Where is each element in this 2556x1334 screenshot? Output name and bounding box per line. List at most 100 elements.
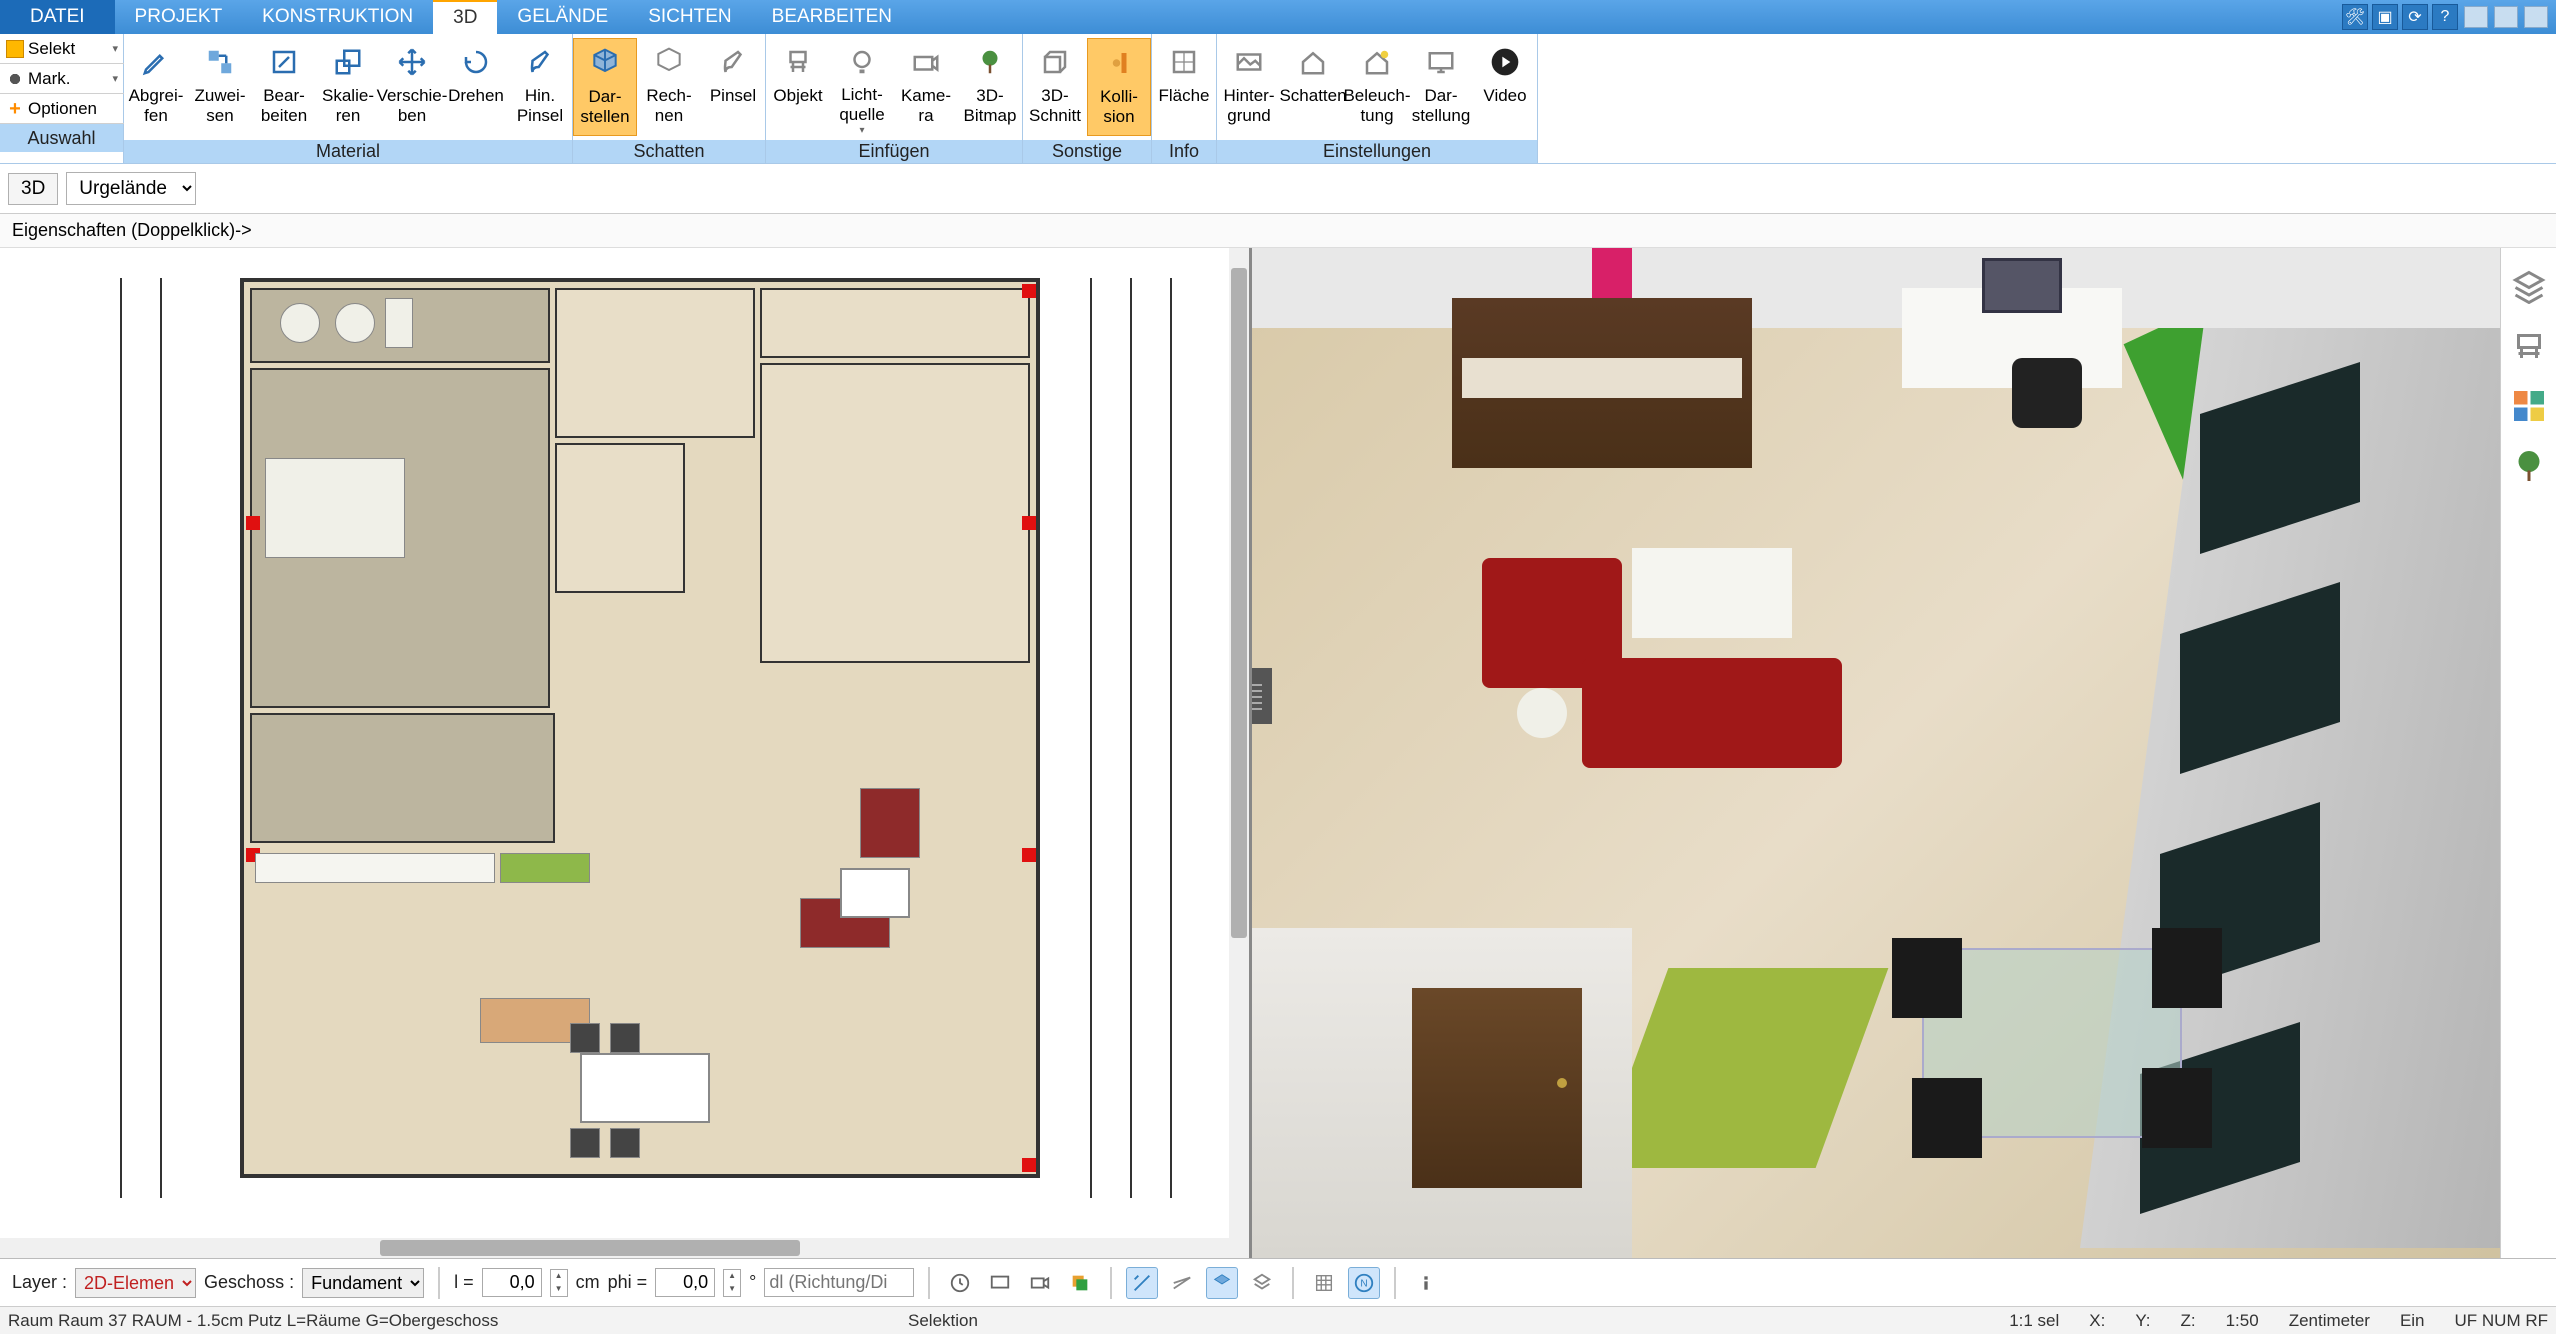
close-button[interactable]	[2524, 6, 2548, 28]
material-move-button[interactable]: Verschie- ben	[380, 38, 444, 136]
lighting-button[interactable]: Beleuch- tung	[1345, 38, 1409, 136]
fp-armchair[interactable]	[860, 788, 920, 858]
3d-section-button[interactable]: 3D- Schnitt	[1023, 38, 1087, 136]
grid-icon[interactable]	[1308, 1267, 1340, 1299]
menu-gelaende[interactable]: GELÄNDE	[497, 0, 628, 34]
length-spinner[interactable]: ▲▼	[550, 1269, 568, 1297]
insert-light-button[interactable]: Licht- quelle▾	[830, 38, 894, 136]
help-icon[interactable]: ?	[2432, 4, 2458, 30]
view-splitter-handle[interactable]	[1252, 668, 1272, 724]
north-icon[interactable]: N	[1348, 1267, 1380, 1299]
marker[interactable]	[1022, 516, 1036, 530]
color-palette-icon[interactable]	[2511, 388, 2547, 424]
menu-bearbeiten[interactable]: BEARBEITEN	[752, 0, 912, 34]
length-input[interactable]	[482, 1268, 542, 1297]
insert-3dbitmap-button[interactable]: 3D- Bitmap	[958, 38, 1022, 136]
snap-2-icon[interactable]	[1166, 1267, 1198, 1299]
info-icon[interactable]	[1410, 1267, 1442, 1299]
marker[interactable]	[246, 516, 260, 530]
v-scrollbar[interactable]	[1229, 248, 1249, 1238]
material-pick-button[interactable]: Abgrei- fen	[124, 38, 188, 136]
snap-4-icon[interactable]	[1246, 1267, 1278, 1299]
v-scrollbar-thumb[interactable]	[1231, 268, 1247, 938]
fp-chair[interactable]	[570, 1023, 600, 1053]
phi-input[interactable]	[655, 1268, 715, 1297]
material-assign-button[interactable]: Zuwei- sen	[188, 38, 252, 136]
h-scrollbar-thumb[interactable]	[380, 1240, 800, 1256]
menu-konstruktion[interactable]: KONSTRUKTION	[242, 0, 433, 34]
refresh-icon[interactable]: ⟳	[2402, 4, 2428, 30]
fp-chair[interactable]	[570, 1128, 600, 1158]
vegetation-icon[interactable]	[2511, 448, 2547, 484]
snap-3-icon[interactable]	[1206, 1267, 1238, 1299]
maximize-button[interactable]	[2494, 6, 2518, 28]
marker[interactable]	[1022, 284, 1036, 298]
terrain-select[interactable]: Urgelände	[66, 172, 196, 205]
screen-icon[interactable]	[984, 1267, 1016, 1299]
window-icon[interactable]: ▣	[2372, 4, 2398, 30]
fp-room[interactable]	[250, 713, 555, 843]
shadow-settings-button[interactable]: Schatten	[1281, 38, 1345, 136]
options-button[interactable]: + Optionen	[0, 94, 124, 124]
view-2d[interactable]	[0, 248, 1252, 1258]
layers-icon[interactable]	[2511, 268, 2547, 304]
direction-input[interactable]	[764, 1268, 914, 1297]
length-label: l =	[454, 1272, 474, 1293]
insert-camera-button[interactable]: Kame- ra	[894, 38, 958, 136]
properties-hint[interactable]: Eigenschaften (Doppelklick)->	[0, 214, 2556, 248]
fp-toilet[interactable]	[385, 298, 413, 348]
marker[interactable]	[1022, 848, 1036, 862]
fp-dining-table[interactable]	[580, 1053, 710, 1123]
geschoss-select[interactable]: Fundament	[302, 1268, 424, 1298]
marker[interactable]	[1022, 1158, 1036, 1172]
fp-room[interactable]	[555, 288, 755, 438]
menu-file[interactable]: DATEI	[0, 0, 115, 34]
material-rotate-button[interactable]: Drehen	[444, 38, 508, 136]
insert-object-button[interactable]: Objekt	[766, 38, 830, 136]
camera-icon	[908, 44, 944, 80]
menu-3d[interactable]: 3D	[433, 0, 497, 34]
shadow-render-button[interactable]: Dar- stellen	[573, 38, 637, 136]
clock-icon[interactable]	[944, 1267, 976, 1299]
sub-toolbar: 3D Urgelände	[0, 164, 2556, 214]
mark-mode-button[interactable]: Mark. ▾	[0, 64, 124, 94]
menu-projekt[interactable]: PROJEKT	[115, 0, 243, 34]
menubar-right: 🛠 ▣ ⟳ ?	[2342, 0, 2556, 34]
furniture-icon[interactable]	[2511, 328, 2547, 364]
collision-button[interactable]: Kolli- sion	[1087, 38, 1151, 136]
separator	[1394, 1267, 1396, 1299]
phi-spinner[interactable]: ▲▼	[723, 1269, 741, 1297]
material-edit-button[interactable]: Bear- beiten	[252, 38, 316, 136]
background-button[interactable]: Hinter- grund	[1217, 38, 1281, 136]
fp-room[interactable]	[760, 363, 1030, 663]
snap-1-icon[interactable]	[1126, 1267, 1158, 1299]
fp-counter-green[interactable]	[500, 853, 590, 883]
fp-room[interactable]	[760, 288, 1030, 358]
material-back-brush-button[interactable]: Hin. Pinsel	[508, 38, 572, 136]
layers-toggle-icon[interactable]	[1064, 1267, 1096, 1299]
h-scrollbar[interactable]	[0, 1238, 1249, 1258]
view-3d-button[interactable]: 3D	[8, 173, 58, 205]
area-button[interactable]: Fläche	[1152, 38, 1216, 136]
minimize-button[interactable]	[2464, 6, 2488, 28]
tools-icon[interactable]: 🛠	[2342, 4, 2368, 30]
material-scale-button[interactable]: Skalie- ren	[316, 38, 380, 136]
floorplan[interactable]	[240, 278, 1040, 1178]
display-settings-button[interactable]: Dar- stellung	[1409, 38, 1473, 136]
record-icon[interactable]	[1024, 1267, 1056, 1299]
fp-coffee-table[interactable]	[840, 868, 910, 918]
view-3d[interactable]	[1252, 248, 2501, 1258]
menu-sichten[interactable]: SICHTEN	[628, 0, 751, 34]
fp-sink[interactable]	[280, 303, 320, 343]
fp-sink[interactable]	[335, 303, 375, 343]
layer-select[interactable]: 2D-Elemen	[75, 1268, 196, 1298]
fp-chair[interactable]	[610, 1023, 640, 1053]
shadow-brush-button[interactable]: Pinsel	[701, 38, 765, 136]
fp-bed[interactable]	[265, 458, 405, 558]
fp-counter[interactable]	[255, 853, 495, 883]
fp-chair[interactable]	[610, 1128, 640, 1158]
select-mode-button[interactable]: Selekt ▾	[0, 34, 124, 64]
fp-room[interactable]	[555, 443, 685, 593]
shadow-calculate-button[interactable]: Rech- nen	[637, 38, 701, 136]
video-button[interactable]: Video	[1473, 38, 1537, 136]
